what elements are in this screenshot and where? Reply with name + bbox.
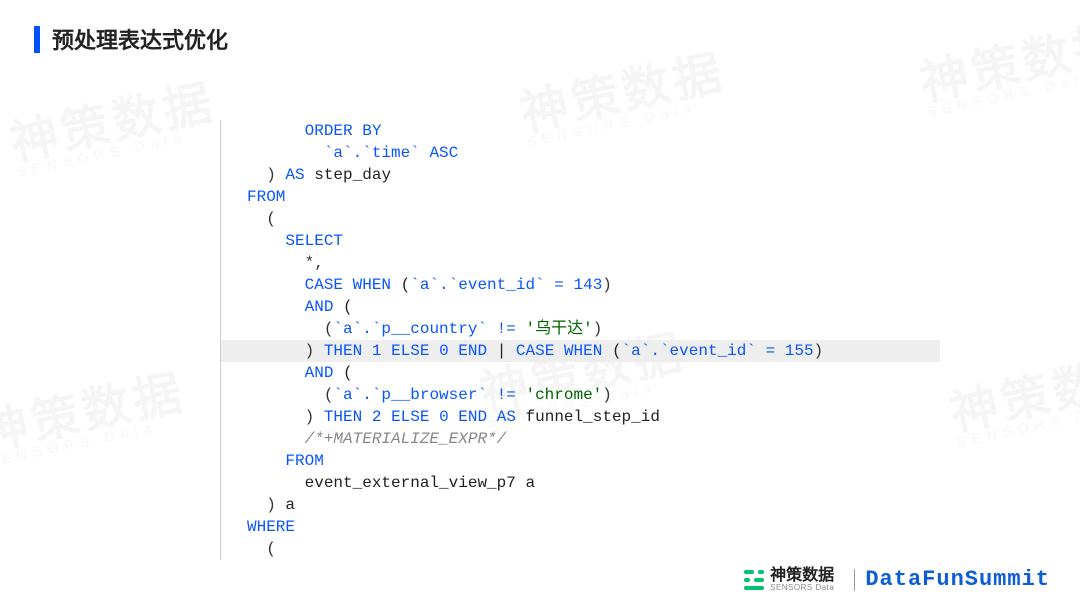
title-text: 预处理表达式优化	[52, 23, 228, 55]
slide-title: 预处理表达式优化	[34, 25, 228, 53]
watermark: 神策数据SENSORS Data	[946, 349, 1080, 449]
code-line: AND (	[220, 296, 940, 318]
watermark: 神策数据SENSORS Data	[0, 369, 192, 469]
footer: 神策数据 SENSORS Data DataFunSummit	[744, 567, 1050, 592]
sensors-logo-en: SENSORS Data	[770, 584, 834, 592]
code-line: (`a`.`p__browser` != 'chrome')	[220, 384, 940, 406]
watermark: 神策数据SENSORS Data	[6, 79, 222, 179]
code-line: ) THEN 2 ELSE 0 END AS funnel_step_id	[220, 406, 940, 428]
code-line: AND (	[220, 362, 940, 384]
sql-code-block: ORDER BY `a`.`time` ASC ) AS step_dayFRO…	[220, 120, 940, 560]
code-line: CASE WHEN (`a`.`event_id` = 143)	[220, 274, 940, 296]
watermark: 神策数据SENSORS Data	[916, 19, 1080, 119]
code-line: (	[220, 208, 940, 230]
code-line: ORDER BY	[220, 120, 940, 142]
sensors-logo: 神策数据 SENSORS Data	[744, 568, 834, 592]
code-line: FROM	[220, 450, 940, 472]
code-line: ) a	[220, 494, 940, 516]
code-line: /*+MATERIALIZE_EXPR*/	[220, 428, 940, 450]
code-line: FROM	[220, 186, 940, 208]
code-line: ) AS step_day	[220, 164, 940, 186]
sensors-logo-cn: 神策数据	[770, 568, 834, 584]
code-line: SELECT	[220, 230, 940, 252]
code-line: `a`.`time` ASC	[220, 142, 940, 164]
title-accent-bar	[34, 26, 40, 53]
code-line: WHERE	[220, 516, 940, 538]
datafun-logo: DataFunSummit	[865, 567, 1050, 592]
code-line: (`a`.`p__country` != '乌干达')	[220, 318, 940, 340]
code-line: *,	[220, 252, 940, 274]
code-line: (	[220, 538, 940, 560]
code-line: ) THEN 1 ELSE 0 END | CASE WHEN (`a`.`ev…	[220, 340, 940, 362]
code-line: event_external_view_p7 a	[220, 472, 940, 494]
sensors-logo-icon	[744, 570, 764, 590]
footer-divider	[854, 569, 855, 591]
